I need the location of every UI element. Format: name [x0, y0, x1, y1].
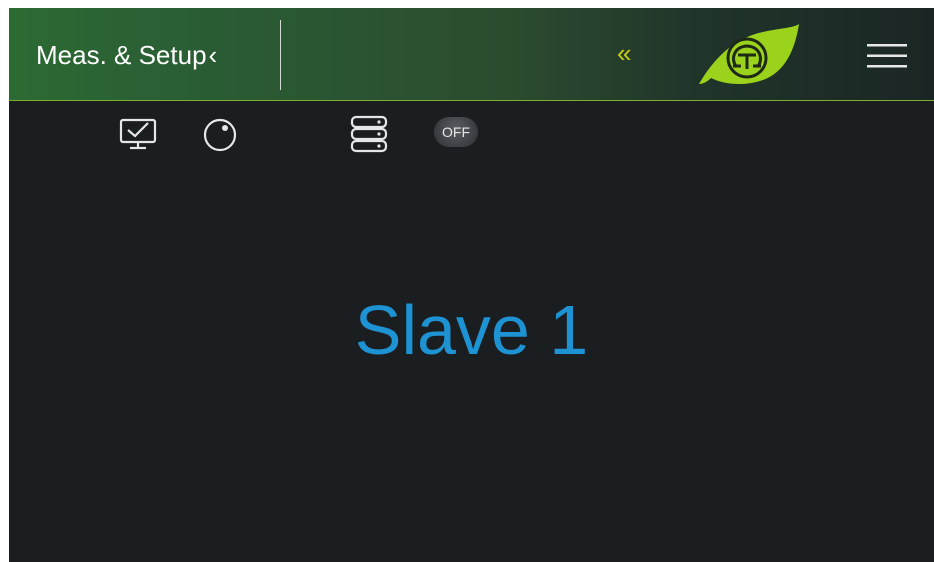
page-title: Meas. & Setup — [36, 40, 207, 70]
header-divider — [280, 20, 281, 90]
off-toggle[interactable]: OFF — [434, 117, 478, 147]
hamburger-menu-icon[interactable] — [867, 43, 907, 69]
app-screen: Meas. & Setup‹ « OFF Slave 1 — [9, 8, 934, 562]
back-chevron-icon: ‹ — [208, 40, 218, 70]
header-bar: Meas. & Setup‹ « — [9, 8, 934, 101]
collapse-button[interactable]: « — [617, 38, 631, 68]
server-stack-icon[interactable] — [349, 115, 391, 160]
leaf-omega-logo — [693, 20, 803, 90]
monitor-check-icon[interactable] — [118, 117, 158, 156]
device-name-label: Slave 1 — [354, 291, 589, 369]
back-to-meas-setup-button[interactable]: Meas. & Setup‹ — [36, 40, 217, 70]
dial-icon[interactable] — [201, 116, 239, 159]
